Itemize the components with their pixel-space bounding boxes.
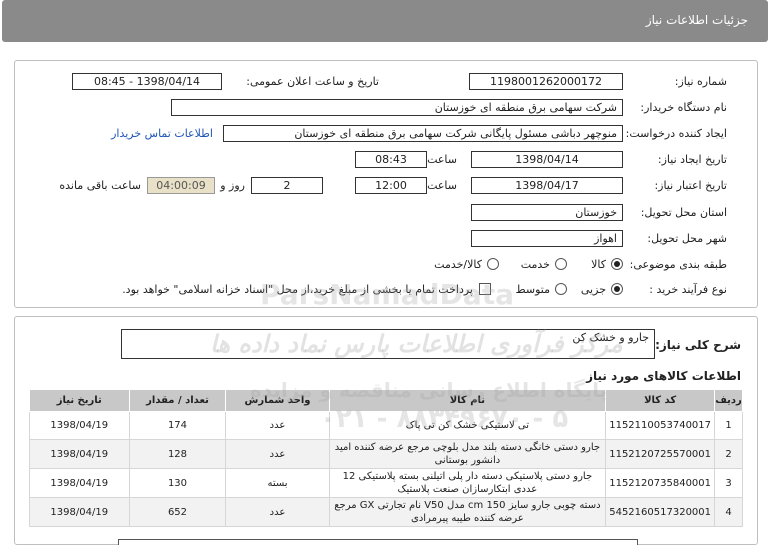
cell-item-code: 1152120735840001 (605, 468, 716, 498)
col-item-code: کد کالا (605, 389, 716, 412)
cell-item-name: تی لاستیکی خشک کن تی پاک (328, 411, 607, 440)
cell-quantity: 128 (128, 439, 227, 469)
valid-time-field[interactable]: 12:00 (355, 177, 427, 194)
category-goods-radio[interactable] (611, 258, 623, 270)
create-date-field[interactable]: 1398/04/14 (471, 151, 623, 168)
valid-time-label: ساعت (427, 179, 457, 192)
remaining-days-field[interactable]: 2 (251, 177, 323, 194)
category-service-radio[interactable] (555, 258, 567, 270)
cell-quantity: 652 (128, 497, 227, 527)
category-service-label: خدمت (520, 258, 550, 271)
need-number-label: شماره نیاز: (674, 75, 727, 88)
cell-row-number: 1 (714, 411, 743, 440)
col-row-number: ردیف (714, 389, 743, 412)
need-number-field[interactable]: 1198001262000172 (469, 73, 623, 90)
summary-label: شرح کلی نیاز: (655, 338, 741, 352)
create-date-label: تاریخ ایجاد نیاز: (657, 153, 727, 166)
col-need-date: تاریخ نیاز (29, 389, 130, 412)
cell-unit: عدد (225, 497, 330, 527)
col-quantity: تعداد / مقدار (128, 389, 227, 412)
remaining-time-field: 04:00:09 (147, 177, 215, 194)
create-time-field[interactable]: 08:43 (355, 151, 427, 168)
creator-label: ایجاد کننده درخواست: (625, 127, 727, 140)
cell-item-name: جارو دستی پلاستیکی دسته دار پلی اتیلنی ب… (328, 468, 607, 498)
create-time-label: ساعت (427, 153, 457, 166)
valid-date-field[interactable]: 1398/04/17 (471, 177, 623, 194)
cell-unit: بسته (225, 468, 330, 498)
announce-datetime-label: تاریخ و ساعت اعلان عمومی: (246, 75, 379, 88)
page-header: جزئیات اطلاعات نیاز (2, 0, 768, 42)
cell-need-date: 1398/04/19 (29, 411, 130, 440)
process-medium-radio[interactable] (555, 283, 567, 295)
category-both-radio[interactable] (487, 258, 499, 270)
category-both-label: کالا/خدمت (434, 258, 482, 271)
cell-item-code: 1152120725570001 (605, 439, 716, 469)
items-table-header: ردیف کد کالا نام کالا واحد شمارش تعداد /… (29, 389, 743, 412)
cell-row-number: 3 (714, 468, 743, 498)
items-section-title: اطلاعات کالاهای مورد نیاز (586, 369, 741, 383)
cell-row-number: 2 (714, 439, 743, 469)
city-label: شهر محل تحویل: (647, 232, 727, 245)
province-field[interactable]: خوزستان (471, 204, 623, 221)
table-row[interactable]: 4 5452160517320001 دسته چوبی جارو سایز 1… (29, 497, 743, 527)
cell-item-name: دسته چوبی جارو سایز 150 cm مدل V50 نام ت… (328, 497, 607, 527)
cell-item-name: جارو دستی خانگی دسته بلند مدل بلوچی مرجع… (328, 439, 607, 469)
category-label: طبقه بندی موضوعی: (629, 258, 727, 271)
remaining-time-label: ساعت باقی مانده (59, 179, 141, 192)
cell-item-code: 5452160517320001 (605, 497, 716, 527)
treasury-payment-note: پرداخت تمام یا بخشی از مبلغ خرید،از محل … (122, 283, 473, 296)
creator-field[interactable]: منوچهر دباشی مسئول پایگانی شرکت سهامی بر… (223, 125, 623, 142)
process-minor-radio[interactable] (611, 283, 623, 295)
cell-unit: عدد (225, 439, 330, 469)
category-goods-label: کالا (591, 258, 606, 271)
province-label: استان محل تحویل: (640, 206, 727, 219)
valid-date-label: تاریخ اعتبار نیاز: (654, 179, 727, 192)
bottom-field-partial (118, 539, 638, 545)
items-panel: شرح کلی نیاز: جارو و خشک کن اطلاعات کالا… (14, 316, 758, 545)
process-minor-label: جزیی (580, 283, 606, 296)
days-label: روز و (220, 179, 245, 192)
summary-field[interactable]: جارو و خشک کن (121, 329, 655, 359)
cell-quantity: 174 (128, 411, 227, 440)
process-medium-label: متوسط (515, 283, 550, 296)
col-unit: واحد شمارش (225, 389, 330, 412)
items-table: ردیف کد کالا نام کالا واحد شمارش تعداد /… (29, 389, 743, 527)
col-item-name: نام کالا (328, 389, 607, 412)
buyer-field[interactable]: شرکت سهامی برق منطقه ای خوزستان (171, 99, 623, 116)
table-row[interactable]: 2 1152120725570001 جارو دستی خانگی دسته … (29, 439, 743, 469)
cell-need-date: 1398/04/19 (29, 439, 130, 469)
cell-row-number: 4 (714, 497, 743, 527)
need-info-panel: شماره نیاز: 1198001262000172 تاریخ و ساع… (14, 60, 758, 308)
page-title: جزئیات اطلاعات نیاز (645, 13, 748, 27)
cell-need-date: 1398/04/19 (29, 468, 130, 498)
table-row[interactable]: 1 1152110053740017 تی لاستیکی خشک کن تی … (29, 411, 743, 440)
announce-datetime-field[interactable]: 1398/04/14 - 08:45 (72, 73, 222, 90)
table-row[interactable]: 3 1152120735840001 جارو دستی پلاستیکی دس… (29, 468, 743, 498)
cell-need-date: 1398/04/19 (29, 497, 130, 527)
treasury-payment-checkbox[interactable] (479, 283, 491, 295)
cell-item-code: 1152110053740017 (605, 411, 716, 440)
city-field[interactable]: اهواز (471, 230, 623, 247)
cell-unit: عدد (225, 411, 330, 440)
process-type-label: نوع فرآیند خرید : (649, 283, 727, 296)
cell-quantity: 130 (128, 468, 227, 498)
buyer-label: نام دستگاه خریدار: (640, 101, 727, 114)
buyer-contact-link[interactable]: اطلاعات تماس خریدار (111, 127, 213, 140)
